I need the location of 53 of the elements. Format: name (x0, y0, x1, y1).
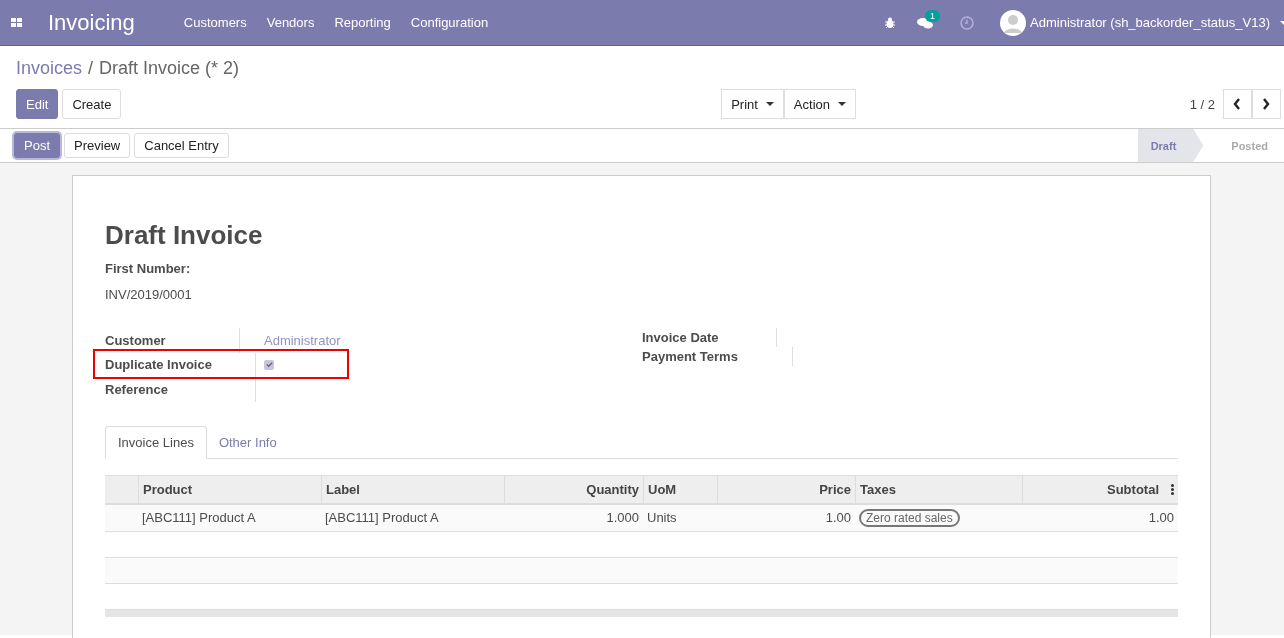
status-action-button[interactable]: Post (14, 133, 60, 158)
menu-item[interactable]: Reporting (334, 15, 391, 30)
tax-tag: Zero rated sales (859, 508, 960, 527)
table-cell-text: [ABC111] Product A (324, 509, 440, 527)
status-action-button[interactable]: Cancel Entry (134, 133, 229, 158)
field-label: Reference (105, 380, 169, 399)
field-value: INV/2019/0001 (105, 287, 193, 302)
previous-button[interactable] (1223, 89, 1252, 119)
kebab-menu-icon[interactable] (1171, 483, 1174, 495)
pager-value: 1 / 2 (1189, 96, 1215, 112)
table-cell-text: 1.00 (1147, 509, 1175, 527)
print-dropdown[interactable]: Print (721, 89, 784, 119)
message-count-badge: 1 (925, 9, 941, 22)
app-title: Invoicing (48, 9, 135, 36)
field-label: Invoice Date (642, 330, 719, 345)
column-header[interactable]: Subtotal (1107, 481, 1159, 497)
next-button[interactable] (1252, 89, 1281, 119)
table-cell-text: [ABC111] Product A (141, 509, 257, 527)
bug-icon[interactable] (884, 16, 897, 29)
column-header[interactable]: UoM (648, 481, 677, 497)
document-title: Draft Invoice (105, 220, 264, 251)
table-cell-text: Units (646, 509, 678, 527)
field-label: First Number: (105, 261, 192, 276)
apps-grid-icon[interactable] (11, 17, 23, 28)
avatar-icon (1000, 9, 1027, 36)
chevron-left-icon (1233, 98, 1242, 110)
column-header[interactable]: Product (143, 481, 193, 497)
menu-item[interactable]: Configuration (410, 15, 489, 30)
column-header[interactable]: Quantity (586, 481, 639, 497)
caret-icon (838, 102, 846, 106)
breadcrumb-separator: / (88, 58, 94, 78)
edit-button[interactable]: Edit (16, 89, 59, 119)
column-header[interactable]: Taxes (860, 481, 896, 497)
breadcrumb-link[interactable]: Invoices (16, 58, 83, 78)
column-header[interactable]: Label (326, 481, 360, 497)
field-label: Customer (105, 328, 240, 353)
user-menu[interactable]: Administrator (sh_backorder_status_V13) (1000, 9, 1284, 36)
field-label: Payment Terms (642, 349, 738, 364)
breadcrumb-current: Draft Invoice (* 2) (99, 58, 240, 78)
status-action-button[interactable]: Preview (64, 133, 131, 158)
table-cell-text: 1.000 (605, 509, 640, 527)
action-dropdown[interactable]: Action (783, 89, 856, 119)
field-label: Duplicate Invoice (105, 356, 213, 375)
notebook-tab[interactable]: Invoice Lines (105, 425, 207, 459)
checkbox[interactable] (264, 359, 274, 370)
column-header[interactable]: Price (819, 481, 851, 497)
menu-item[interactable]: Vendors (266, 15, 315, 30)
table-cell-text: 1.00 (824, 509, 852, 527)
menu-item[interactable]: Customers (183, 15, 247, 30)
notebook-tab[interactable]: Other Info (206, 425, 289, 459)
create-button[interactable]: Create (62, 89, 122, 119)
chevron-right-icon (1262, 98, 1271, 110)
caret-icon (765, 102, 774, 106)
